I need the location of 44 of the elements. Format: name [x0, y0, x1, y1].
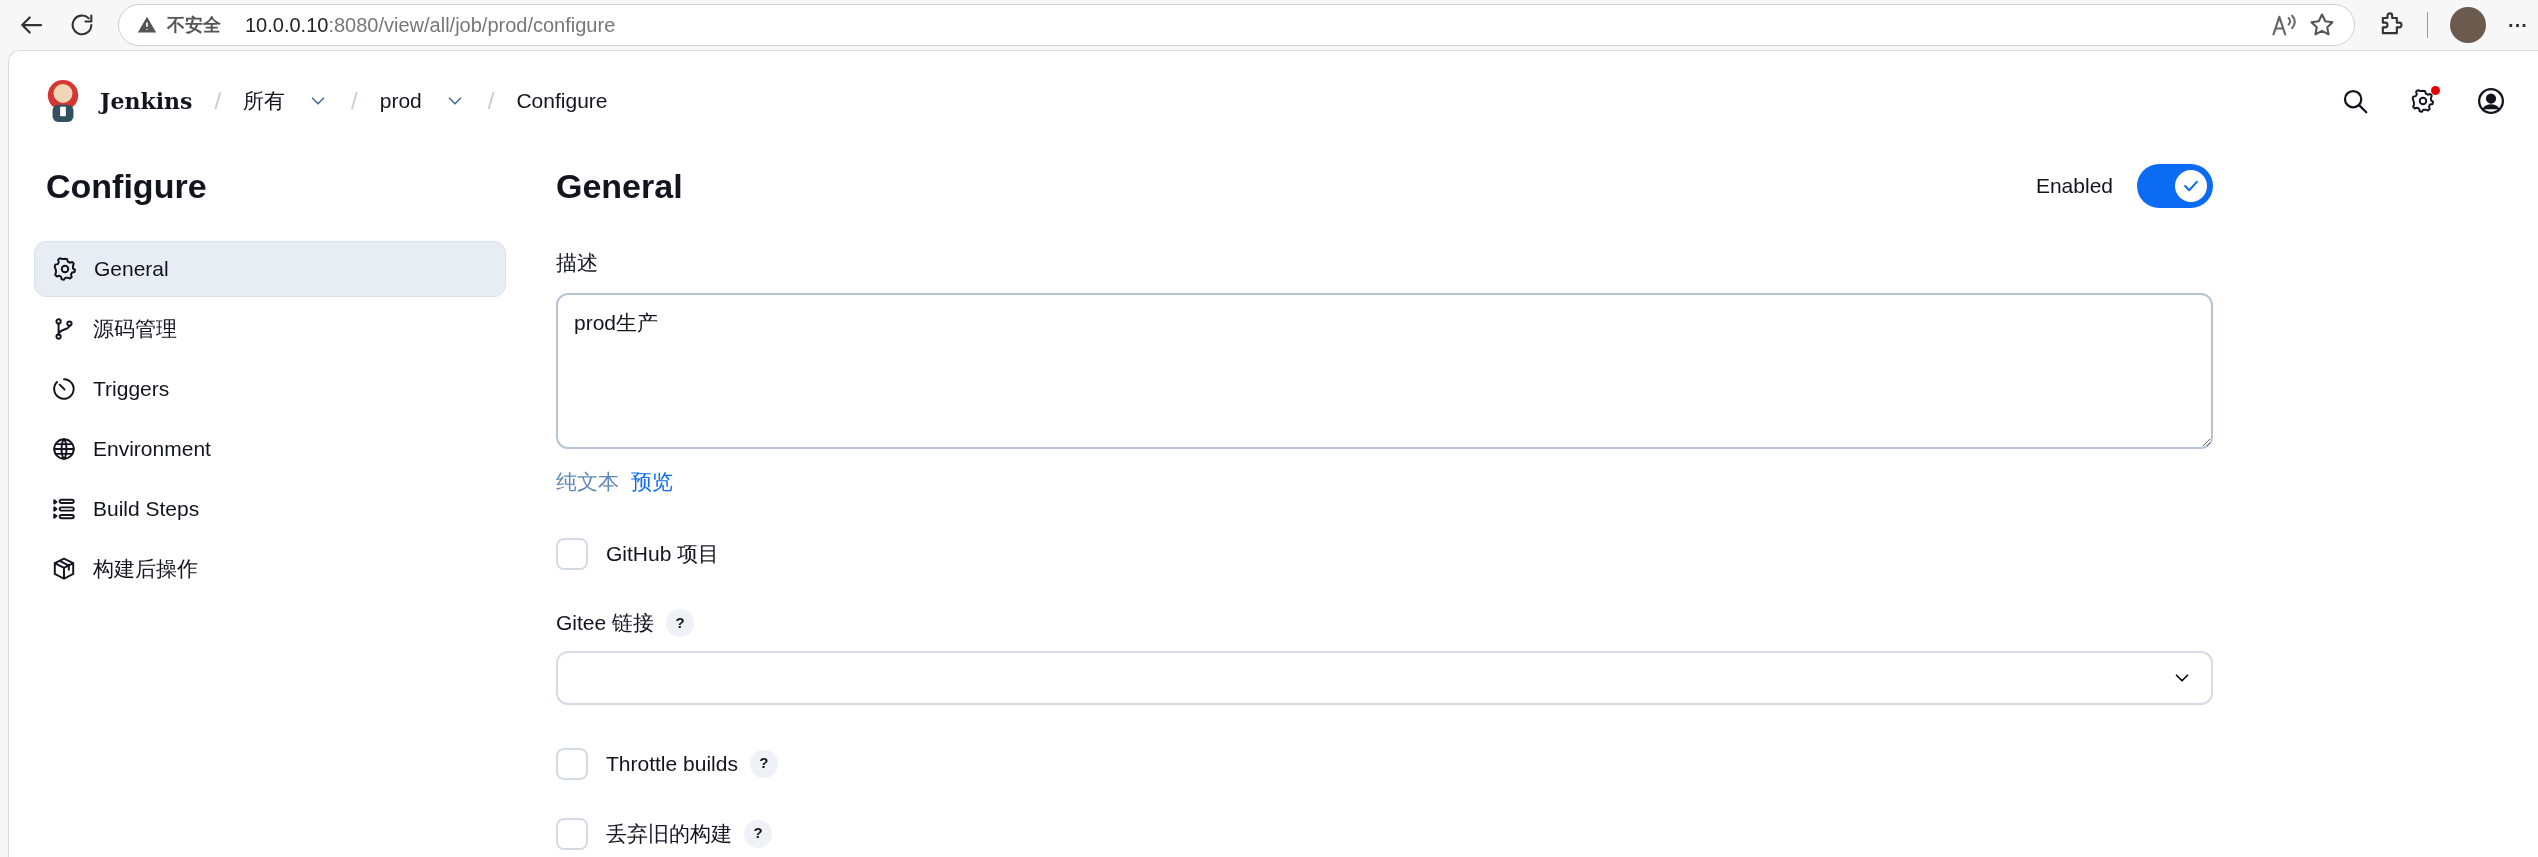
sidebar-item[interactable]: Environment	[34, 421, 506, 477]
field-label: 描述	[556, 250, 599, 276]
enabled-toggle[interactable]	[2137, 164, 2213, 208]
field-label: Gitee 链接	[556, 610, 655, 636]
description-field[interactable]: prod生产	[556, 292, 2213, 449]
help-button[interactable]: ?	[744, 819, 772, 848]
preview-link[interactable]: 预览	[631, 465, 673, 497]
sidebar-title: Configure	[45, 165, 208, 207]
breadcrumb-link[interactable]: 所有	[243, 85, 286, 117]
breadcrumb-separator: /	[214, 86, 222, 116]
breadcrumb-link[interactable]: Configure	[516, 85, 608, 117]
sidebar-item[interactable]: Build Steps	[34, 481, 506, 537]
warning-icon	[137, 15, 157, 35]
url-text: 10.0.0.10:8080/view/all/job/prod/configure	[245, 13, 616, 38]
checkbox[interactable]	[556, 538, 588, 570]
checkbox-label[interactable]: 丢弃旧的构建	[606, 817, 732, 850]
more-button[interactable]: ···	[2508, 10, 2528, 40]
breadcrumb-link[interactable]: prod	[379, 85, 422, 117]
checkbox[interactable]	[556, 817, 588, 850]
breadcrumb-separator: /	[351, 86, 358, 116]
timer-icon	[51, 376, 77, 402]
sidebar-item[interactable]: Triggers	[34, 361, 506, 417]
plain-text-link[interactable]: 纯文本	[556, 465, 619, 497]
security-label: 不安全	[167, 13, 221, 37]
help-button[interactable]: ?	[749, 749, 778, 778]
checkbox-label[interactable]: GitHub 项目	[606, 538, 720, 570]
sidebar-item[interactable]: 源码管理	[34, 301, 506, 357]
sidebar-item[interactable]: 构建后操作	[34, 541, 506, 597]
section-title: General	[556, 165, 683, 207]
profile-avatar[interactable]	[2450, 7, 2486, 43]
globe-icon	[51, 436, 77, 462]
sidebar-item[interactable]: General	[34, 241, 506, 297]
gear-icon	[52, 256, 78, 282]
breadcrumb-separator: /	[487, 86, 495, 116]
settings-icon	[2410, 88, 2436, 114]
list-icon	[51, 496, 77, 522]
package-icon	[51, 556, 77, 582]
user-icon[interactable]	[2476, 86, 2506, 116]
brand-name[interactable]: Jenkins	[100, 84, 193, 118]
checkbox-label[interactable]: Throttle builds	[606, 747, 738, 780]
address-bar[interactable]: 不安全 10.0.0.10:8080/view/all/job/prod/configure	[118, 4, 2355, 46]
help-button[interactable]: ?	[666, 608, 695, 637]
enabled-label: Enabled	[2035, 173, 2113, 200]
checkbox[interactable]	[556, 747, 588, 780]
